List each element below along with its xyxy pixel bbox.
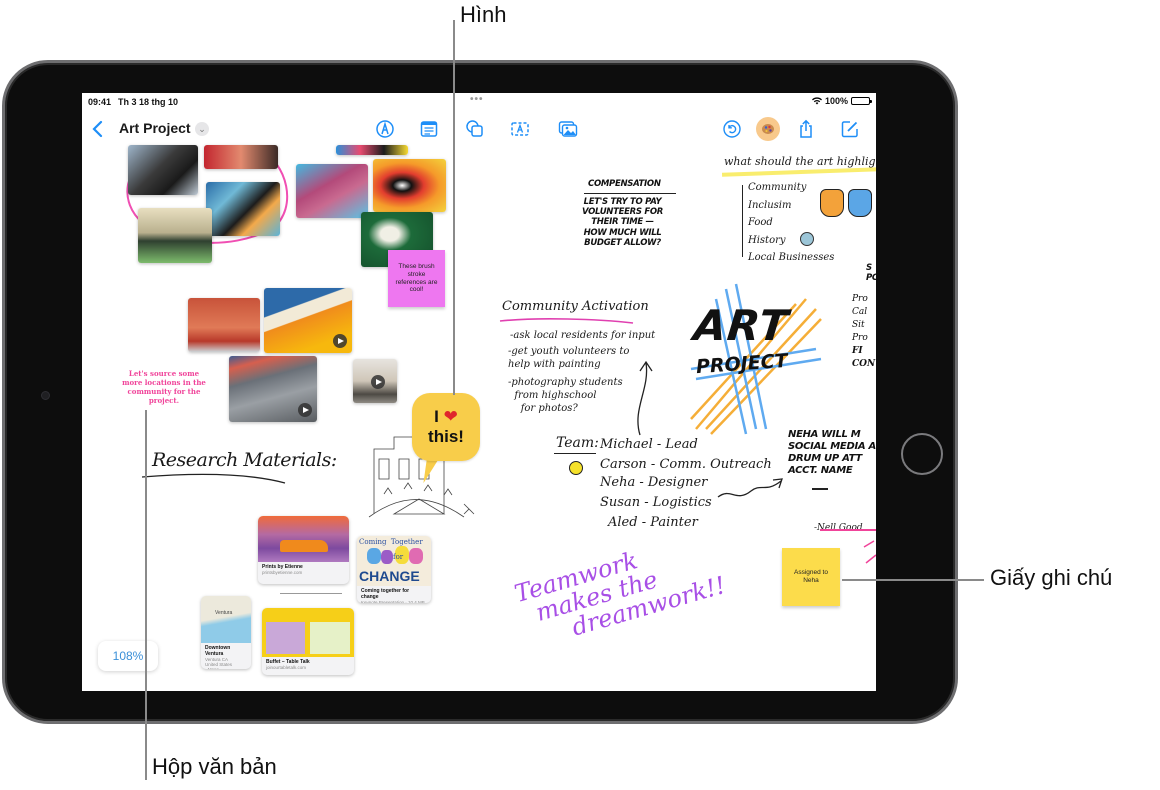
front-camera — [41, 391, 50, 400]
fist-drawing-blue[interactable] — [848, 189, 872, 217]
link-card-prints-by-etienne[interactable]: Prints by Etienne printsbyetienne.com — [258, 516, 349, 584]
photo-woman-jacket[interactable] — [206, 182, 280, 236]
handwriting-activation-item[interactable]: -get youth volunteers to help with paint… — [508, 345, 629, 371]
photo-man-sky[interactable] — [128, 145, 198, 195]
heart-icon: ❤ — [443, 407, 458, 427]
sticky-note-yellow[interactable]: Assigned to Neha — [782, 548, 840, 606]
back-icon — [92, 120, 103, 138]
fist-drawing-orange[interactable] — [820, 189, 844, 217]
freeform-screen: 09:41 Th 3 18 thg 10 ••• 100% Art Projec… — [82, 93, 876, 691]
handwriting-art-highlight-question[interactable]: what should the art highlight — [724, 155, 876, 168]
multitasking-dots[interactable]: ••• — [470, 94, 484, 105]
underline-ink-magenta — [499, 318, 634, 324]
photo-graffiti-top[interactable] — [336, 145, 408, 155]
play-icon[interactable] — [298, 403, 312, 417]
handwriting-crossed-out[interactable]: -Nell Good — [814, 523, 863, 533]
handwriting-activation-item[interactable]: -ask local residents for input — [510, 329, 655, 342]
toolbar: Art Project ⌄ — [82, 115, 876, 143]
link-card-buffet-table-talk[interactable]: Buffet – Table Talk joinourtabletalk.com — [262, 608, 354, 675]
handwriting-team-member[interactable]: Michael - Lead — [600, 437, 698, 452]
handwriting-right-heading[interactable]: S PC — [866, 263, 876, 283]
map-card-downtown-ventura[interactable]: Ventura Downtown Ventura Ventura CA Unit… — [201, 596, 251, 669]
handwriting-team-title[interactable]: Team: — [556, 435, 599, 451]
magenta-arrow-ink — [863, 540, 876, 564]
collaboration-button[interactable] — [756, 117, 780, 141]
shapes-button[interactable] — [463, 117, 487, 141]
car-illustration — [280, 540, 328, 552]
photo-kids-jumping[interactable] — [138, 208, 212, 263]
handwriting-compensation-title[interactable]: COMPENSATION — [588, 179, 661, 189]
share-icon — [800, 119, 812, 138]
handwriting-activation-item[interactable]: -photography students from highschool fo… — [508, 376, 623, 415]
speech-bubble-shape[interactable]: I ❤ this! — [412, 393, 480, 461]
undo-icon — [723, 120, 741, 138]
pen-button[interactable] — [373, 117, 397, 141]
handwriting-neha-note[interactable]: NEHA WILL M SOCIAL MEDIA A DRUM UP ATT A… — [788, 429, 876, 477]
callout-sticky-note-label: Giấy ghi chú — [990, 565, 1113, 590]
play-icon[interactable] — [371, 375, 385, 389]
undo-button[interactable] — [720, 117, 744, 141]
sticky-note-pink[interactable]: These brush stroke references are cool! — [388, 250, 445, 307]
callout-shape-line — [453, 20, 455, 395]
pen-tip-icon — [376, 120, 394, 138]
callout-text-box-line — [145, 410, 147, 780]
wifi-icon — [811, 97, 822, 105]
handwriting-team-member[interactable]: Susan - Logistics — [600, 495, 712, 510]
callout-text-box-label: Hộp văn bản — [152, 754, 277, 779]
strikethrough-ink — [820, 529, 876, 531]
video-beach-girl[interactable] — [353, 359, 397, 403]
chevron-down-icon[interactable]: ⌄ — [195, 122, 209, 136]
new-board-button[interactable] — [838, 117, 862, 141]
home-button[interactable] — [901, 433, 943, 475]
media-button[interactable] — [556, 117, 580, 141]
handwriting-teamwork[interactable]: Teamwork makes the dreamwork!! — [511, 527, 728, 652]
document-button[interactable] — [417, 117, 441, 141]
status-bar: 09:41 Th 3 18 thg 10 ••• 100% — [82, 93, 876, 111]
highlighter-ink — [721, 167, 876, 177]
battery-percent: 100% — [824, 96, 848, 106]
text-box-button[interactable] — [508, 117, 532, 141]
photo-library-icon — [558, 121, 578, 137]
underline-ink — [141, 473, 286, 484]
handwriting-compensation-body[interactable]: LET'S TRY TO PAY VOLUNTEERS FOR THEIR TI… — [582, 197, 663, 248]
handwriting-team-member[interactable]: Neha - Designer — [600, 475, 707, 490]
handwriting-research-materials[interactable]: Research Materials: — [152, 449, 337, 471]
status-date: Th 3 18 thg 10 — [118, 97, 179, 107]
smiley-sticker[interactable] — [569, 461, 583, 475]
arrow-ink — [637, 360, 653, 436]
handwriting-right-list[interactable]: Pro Cal Sit Pro FI CON — [852, 293, 875, 371]
connector-line[interactable] — [280, 593, 342, 594]
play-icon[interactable] — [333, 334, 347, 348]
callout-sticky-note-line — [842, 579, 984, 581]
shapes-icon — [466, 120, 483, 137]
bubble-text-this: this! — [428, 427, 464, 446]
file-card-coming-together[interactable]: Coming Together for CHANGE Coming togeth… — [357, 536, 431, 603]
status-time: 09:41 — [88, 97, 112, 107]
squiggle-arrow-ink — [717, 478, 783, 498]
photo-mural-eye[interactable] — [373, 159, 446, 212]
bubble-text-i: I — [434, 407, 439, 427]
back-button[interactable] — [86, 117, 110, 141]
art-project-title[interactable]: ART — [691, 301, 791, 350]
share-button[interactable] — [794, 117, 818, 141]
handwriting-team-member[interactable]: Carson - Comm. Outreach — [600, 457, 772, 472]
video-street-mural[interactable] — [229, 356, 317, 422]
battery-icon — [851, 97, 872, 105]
video-building-corner[interactable] — [264, 288, 352, 353]
text-box-icon — [511, 122, 529, 136]
handwriting-team-member[interactable]: Aled - Painter — [608, 515, 698, 530]
photo-two-women[interactable] — [204, 145, 278, 169]
zoom-level-button[interactable]: 108% — [98, 641, 158, 671]
callout-shape-label: Hình — [460, 2, 507, 27]
board-title[interactable]: Art Project — [119, 120, 191, 136]
text-box-pink[interactable]: Let's source some more locations in the … — [122, 369, 206, 405]
photo-basketball-court[interactable] — [296, 164, 368, 218]
photo-brick-wall[interactable] — [188, 298, 260, 352]
compose-icon — [841, 121, 858, 138]
palette-icon — [762, 124, 774, 134]
document-icon — [420, 121, 438, 137]
globe-drawing[interactable] — [800, 232, 814, 246]
handwriting-community-activation-title[interactable]: Community Activation — [502, 299, 649, 314]
